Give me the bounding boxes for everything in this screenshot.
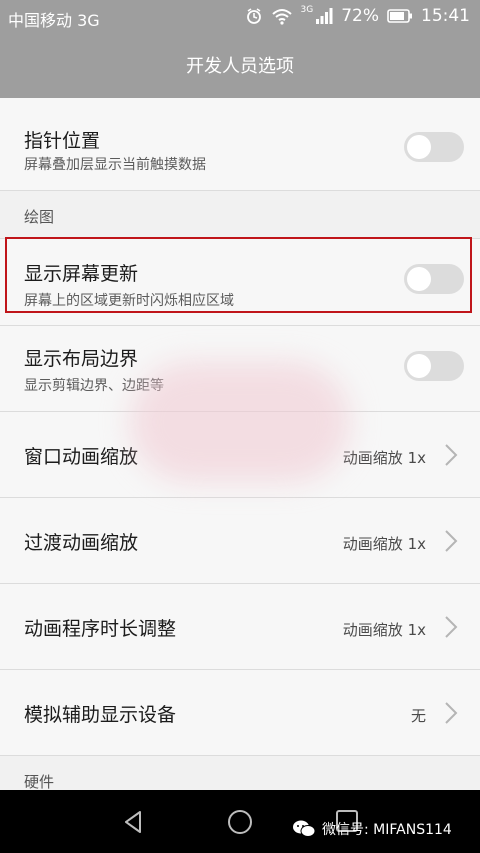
app-bar: 开发人员选项 — [0, 36, 480, 98]
alarm-icon — [246, 8, 261, 24]
chevron-right-icon — [445, 702, 458, 724]
toggle-switch[interactable] — [404, 351, 464, 381]
page-title: 开发人员选项 — [186, 56, 294, 77]
network-type-label: 3G — [300, 5, 314, 15]
setting-value: 无 — [410, 707, 426, 725]
setting-title: 显示布局边界 — [24, 348, 139, 370]
setting-subtitle: 屏幕上的区域更新时闪烁相应区域 — [24, 293, 234, 309]
status-bar: 中国移动 3G 3G 72% 15:41 — [0, 0, 480, 36]
setting-animator-duration-scale[interactable]: 动画程序时长调整 动画缩放 1x — [0, 584, 480, 670]
toggle-knob — [407, 354, 431, 378]
chevron-right-icon — [445, 444, 458, 466]
setting-pointer-location[interactable]: 指针位置 屏幕叠加层显示当前触摸数据 — [0, 98, 480, 191]
setting-title: 指针位置 — [24, 130, 101, 152]
section-label: 绘图 — [24, 208, 55, 226]
setting-transition-animation-scale[interactable]: 过渡动画缩放 动画缩放 1x — [0, 498, 480, 584]
section-label: 硬件 — [24, 773, 55, 791]
watermark: 微信号: MIFANS114 — [292, 819, 452, 839]
wifi-icon — [271, 9, 292, 25]
battery-icon — [387, 9, 412, 23]
toggle-knob — [407, 267, 431, 291]
chevron-right-icon — [445, 530, 458, 552]
setting-title: 模拟辅助显示设备 — [24, 704, 177, 726]
setting-value: 动画缩放 1x — [342, 621, 426, 639]
battery-percent: 72% — [341, 6, 379, 26]
toggle-switch[interactable] — [404, 132, 464, 162]
setting-simulate-secondary-displays[interactable]: 模拟辅助显示设备 无 — [0, 670, 480, 756]
toggle-switch[interactable] — [404, 264, 464, 294]
toggle-knob — [407, 135, 431, 159]
watermark-text: 微信号: MIFANS114 — [322, 822, 452, 838]
section-header-drawing: 绘图 — [0, 191, 480, 239]
setting-title: 显示屏幕更新 — [24, 263, 139, 285]
setting-title: 动画程序时长调整 — [24, 618, 177, 640]
setting-title: 过渡动画缩放 — [24, 532, 139, 554]
home-icon[interactable] — [226, 808, 254, 836]
setting-value: 动画缩放 1x — [342, 535, 426, 553]
setting-show-surface-updates[interactable]: 显示屏幕更新 屏幕上的区域更新时闪烁相应区域 — [0, 239, 480, 326]
blur-overlay — [130, 362, 350, 482]
setting-subtitle: 屏幕叠加层显示当前触摸数据 — [24, 157, 206, 173]
signal-icon — [316, 8, 333, 24]
clock: 15:41 — [421, 6, 470, 26]
setting-title: 窗口动画缩放 — [24, 446, 139, 468]
setting-value: 动画缩放 1x — [342, 449, 426, 467]
wechat-icon — [293, 820, 316, 837]
carrier-label: 中国移动 3G — [8, 11, 100, 30]
back-icon[interactable] — [120, 808, 148, 836]
chevron-right-icon — [445, 616, 458, 638]
